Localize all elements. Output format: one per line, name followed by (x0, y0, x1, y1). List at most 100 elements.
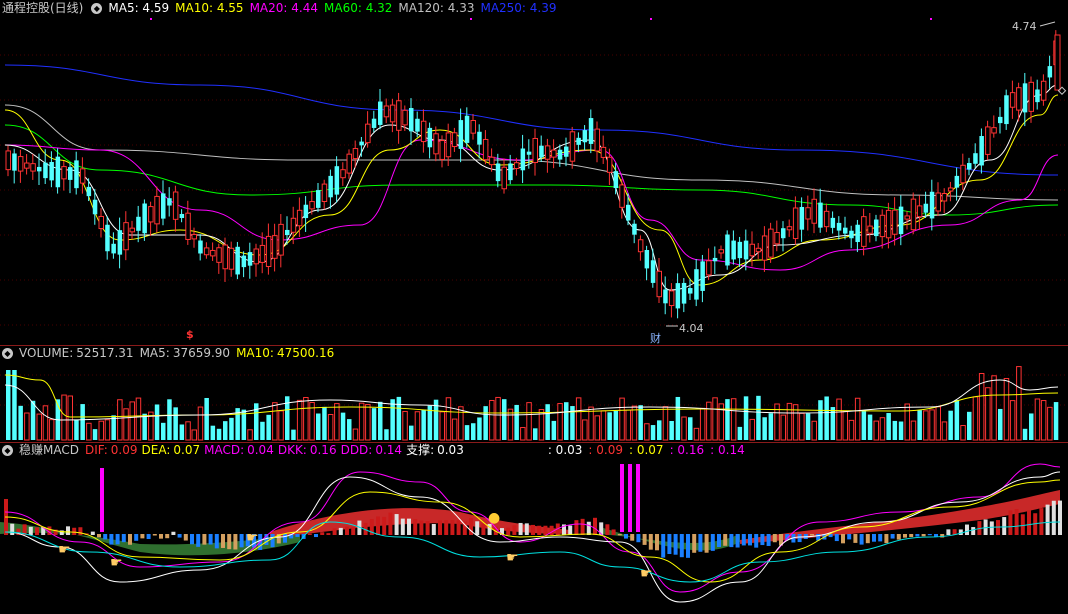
volume-bar (904, 403, 910, 441)
volume-panel[interactable]: ◆ VOLUME: 52517.31 MA5: 37659.90 MA10: 4… (0, 345, 1068, 442)
candle-body (1040, 80, 1047, 101)
candle-body (960, 164, 966, 184)
macd-histogram-bar (425, 520, 430, 535)
volume-bar (347, 419, 352, 440)
macd-histogram-bar (431, 524, 436, 535)
volume-title: VOLUME: (19, 346, 74, 360)
volume-bar (725, 399, 730, 440)
hand-pointer-icon: ☛ (246, 530, 259, 546)
price-panel[interactable]: 通程控股(日线) ◆ MA5: 4.59 MA10: 4.55 MA20: 4.44… (0, 0, 1068, 345)
macd-histogram-bar (121, 534, 126, 543)
volume-bar (98, 420, 104, 441)
macd-histogram-bar (617, 534, 622, 536)
candle-body (998, 116, 1003, 124)
volume-bar (662, 406, 669, 441)
volume-bar (154, 404, 160, 440)
volume-bar (135, 397, 142, 441)
macd-histogram-bar (1045, 504, 1050, 535)
candle-body (526, 151, 532, 155)
macd-histogram-bar (841, 534, 845, 544)
macd-histogram-bar (239, 534, 244, 548)
macd-spike-bar (636, 464, 640, 532)
macd-histogram-bar (673, 534, 678, 555)
candle-body (910, 198, 917, 231)
volume-bar (129, 401, 135, 441)
volume-bar (737, 426, 743, 440)
cai-marker: 财 (650, 332, 661, 345)
macd-histogram-bar (413, 519, 418, 535)
candle-body (539, 145, 544, 158)
macd-histogram-bar (853, 534, 858, 543)
circle-icon[interactable]: ◆ (2, 348, 13, 359)
circle-icon[interactable]: ◆ (2, 445, 13, 456)
ddd-value: 0.14 (375, 443, 403, 457)
macd-histogram-bar (735, 534, 740, 548)
volume-bar (74, 419, 79, 440)
candle-body (1047, 66, 1053, 78)
volume-bar (650, 425, 656, 440)
volume-bar (291, 429, 296, 440)
macd-histogram-bar (698, 534, 703, 552)
candle-body (694, 269, 699, 300)
candle-body (823, 210, 830, 228)
candle-body (321, 183, 328, 203)
volume-bar (892, 420, 898, 440)
candle-body (98, 215, 104, 230)
macd-label-text: MACD: (204, 443, 245, 457)
candle-body (334, 166, 340, 195)
volume-bar (142, 413, 147, 440)
macd-histogram-bar (717, 534, 721, 548)
macd-histogram-bar (221, 534, 225, 548)
volume-bar (917, 410, 922, 440)
volume-bar (445, 397, 452, 441)
volume-bar (582, 419, 588, 441)
candle-body (594, 128, 600, 152)
candle-body (30, 163, 36, 172)
volume-bar (786, 402, 793, 441)
volume-bar (197, 406, 204, 441)
macd-extra-value: : 0.07 (628, 443, 664, 457)
volume-bar (520, 427, 526, 441)
volume-bar (92, 429, 98, 440)
volume-header: ◆ VOLUME: 52517.31 MA5: 37659.90 MA10: 4… (0, 345, 340, 362)
macd-panel[interactable]: ☛ ☛ ☛ ☛ ☛ ● ◆ 稳赚MACD DIF: 0.09 DEA: 0.07 MACD: 0… (0, 442, 1068, 614)
candle-body (619, 184, 625, 208)
macd-histogram-bar (171, 531, 176, 535)
candle-body (402, 109, 408, 126)
volume-bar (18, 405, 23, 440)
candle-body (136, 216, 141, 231)
marker-dot (930, 18, 932, 20)
volume-bar (327, 414, 334, 441)
macd-histogram-bar (109, 534, 114, 545)
macd-histogram-bar (444, 520, 449, 535)
candle-body (588, 118, 594, 144)
volume-bar (260, 421, 265, 440)
volume-bar (854, 397, 861, 441)
macd-histogram-bar (128, 534, 132, 545)
macd-histogram-bar (741, 534, 746, 546)
candle-body (161, 193, 166, 219)
volume-bar (768, 413, 774, 440)
candle-body (725, 234, 730, 266)
candle-body (309, 201, 315, 210)
candle-body (551, 149, 557, 158)
candle-body (1009, 92, 1016, 108)
candlestick-chart[interactable] (0, 0, 1068, 345)
macd-histogram-bar (605, 524, 610, 535)
volume-bar (247, 429, 253, 441)
volume-bar (805, 413, 811, 440)
macd-histogram-bar (648, 534, 653, 550)
volume-bar (588, 406, 594, 441)
candle-body (216, 247, 222, 263)
macd-histogram-bar (183, 534, 188, 541)
circle-icon[interactable]: ◆ (91, 3, 103, 14)
macd-chart[interactable]: ☛ ☛ ☛ ☛ ☛ ● (0, 442, 1068, 614)
ddd-label: DDD: 0.14 (341, 442, 402, 459)
hand-pointer-icon: ☛ (110, 555, 123, 571)
ma-legend-item: MA120: 4.33 (398, 1, 475, 15)
volume-bar (439, 411, 445, 441)
macd-histogram-bar (326, 533, 331, 535)
volume-bar (688, 417, 693, 440)
volume-bar (631, 405, 638, 441)
candle-body (451, 132, 458, 148)
